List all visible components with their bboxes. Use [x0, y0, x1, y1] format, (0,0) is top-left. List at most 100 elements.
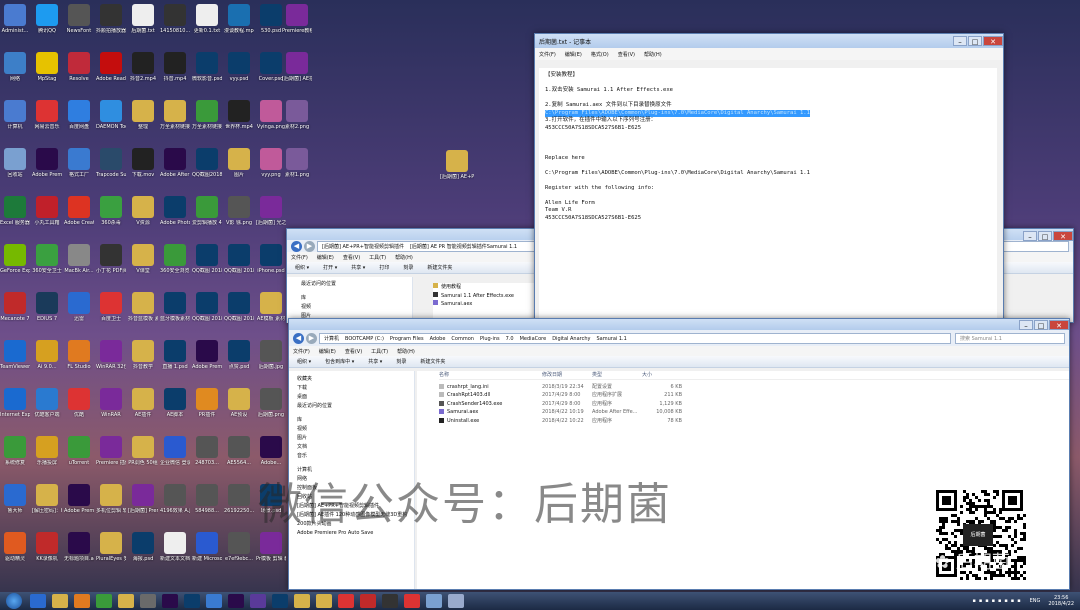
nav-item[interactable]: 文档 — [297, 443, 414, 452]
nav-item[interactable]: 桌面 — [297, 393, 414, 402]
language-indicator[interactable]: ENG — [1030, 598, 1041, 604]
desktop-shortcut[interactable]: Pr模板 剪辑 教程项目 — [256, 532, 286, 588]
back-button[interactable]: ◀ — [291, 240, 302, 252]
breadcrumb-segment[interactable]: BOOTCAMP (C:) — [345, 334, 384, 343]
app-icon[interactable] — [426, 594, 442, 608]
breadcrumb-segment[interactable]: Adobe — [430, 334, 446, 343]
desktop-shortcut[interactable]: 新建文本文档.txt — [160, 532, 190, 588]
menu-item[interactable]: 编辑(E) — [565, 51, 582, 58]
app-icon[interactable] — [382, 594, 398, 608]
column-header-size[interactable]: 大小 — [642, 371, 682, 379]
photoshop-icon[interactable] — [272, 594, 288, 608]
folder-icon[interactable] — [294, 594, 310, 608]
menu-item[interactable]: 帮助(H) — [644, 51, 662, 58]
toolbar-button[interactable]: 刻录 — [403, 264, 413, 271]
after-effects-icon[interactable] — [162, 594, 178, 608]
menu-item[interactable]: 工具(T) — [369, 254, 386, 261]
column-header-name[interactable]: 名称 — [439, 371, 542, 379]
menu-item[interactable]: 文件(F) — [291, 254, 308, 261]
menu-item[interactable]: 格式(O) — [591, 51, 609, 58]
minimize-button[interactable]: – — [1019, 319, 1033, 330]
desktop-shortcut[interactable]: 素材1.png — [282, 148, 312, 204]
menu-item[interactable]: 帮助(H) — [395, 254, 413, 261]
desktop-shortcut[interactable]: PluralEyes 安装教程 — [96, 532, 126, 588]
toolbar-button[interactable]: 新建文件夹 — [420, 358, 445, 365]
breadcrumb-segment[interactable]: Samurai 1.1 — [596, 334, 626, 343]
file-row[interactable]: CrashRpt1403.dll 2017/4/29 8:00 应用程序扩展 211 … — [439, 391, 1069, 400]
close-button[interactable]: ✕ — [1053, 231, 1073, 241]
start-button[interactable] — [6, 593, 22, 609]
menu-item[interactable]: 编辑(E) — [319, 348, 336, 355]
breadcrumb-segment[interactable]: 计算机 — [324, 334, 339, 343]
menu-item[interactable]: 查看(V) — [618, 51, 635, 58]
breadcrumb-segment[interactable]: [后期菌] AE+PR+智能视频剪辑插件 — [322, 242, 404, 251]
desktop-shortcut[interactable]: 驱动精灵 — [0, 532, 30, 588]
forward-button[interactable]: ▶ — [304, 240, 315, 252]
desktop-shortcut[interactable]: KK录像机 — [32, 532, 62, 588]
close-button[interactable]: ✕ — [983, 36, 1003, 46]
search-input[interactable]: 搜索 Samurai 1.1 — [955, 332, 1065, 344]
toolbar-button[interactable]: 共享 ▾ — [351, 264, 365, 271]
menu-item[interactable]: 查看(V) — [343, 254, 360, 261]
folder-icon[interactable] — [118, 594, 134, 608]
photoshop-icon[interactable] — [184, 594, 200, 608]
toolbar-button[interactable]: 新建文件夹 — [427, 264, 452, 271]
network-icon[interactable] — [206, 594, 222, 608]
desktop-folder-icon[interactable]: [后期菌] AE+PR+... — [440, 150, 474, 206]
notepad-text-area[interactable]: 【安装教程】 1.双击安装 Samurai 1.1 After Effects.e… — [539, 68, 997, 333]
nav-item[interactable]: 视频 — [301, 303, 412, 312]
maximize-button[interactable]: □ — [1038, 231, 1052, 241]
notepad-window[interactable]: 后期菌.txt - 记事本 – □ ✕ 文件(F) 编辑(E) 格式(O) 查看(V) 帮助… — [534, 33, 1004, 338]
netease-music-icon[interactable] — [404, 594, 420, 608]
menu-item[interactable]: 编辑(E) — [317, 254, 334, 261]
nav-item[interactable]: 最近访问的位置 — [301, 280, 412, 289]
toolbar-button[interactable]: 组织 ▾ — [297, 358, 311, 365]
breadcrumb-segment[interactable]: Plug-ins — [480, 334, 500, 343]
back-button[interactable]: ◀ — [293, 332, 304, 344]
minimize-button[interactable]: – — [1023, 231, 1037, 241]
explorer-icon[interactable] — [52, 594, 68, 608]
premiere-icon[interactable] — [228, 594, 244, 608]
toolbar-button[interactable]: 刻录 — [396, 358, 406, 365]
menu-item[interactable]: 文件(F) — [539, 51, 556, 58]
toolbar-button[interactable]: 组织 ▾ — [295, 264, 309, 271]
nav-item[interactable]: 库 — [297, 416, 414, 425]
breadcrumb-segment[interactable]: [后期菌] AE PR 智能视频剪辑插件Samurai 1.1 — [410, 242, 517, 251]
address-bar[interactable]: 计算机 BOOTCAMP (C:) Program Files Adobe Common… — [319, 332, 951, 344]
breadcrumb-segment[interactable]: Program Files — [390, 334, 424, 343]
menu-item[interactable]: 查看(V) — [345, 348, 362, 355]
maximize-button[interactable]: □ — [1034, 319, 1048, 330]
breadcrumb-segment[interactable]: Common — [451, 334, 474, 343]
notepad-titlebar[interactable]: 后期菌.txt - 记事本 – □ ✕ — [535, 34, 1003, 48]
toolbar-button[interactable]: 打开 ▾ — [323, 264, 337, 271]
nav-item[interactable]: 图片 — [297, 434, 414, 443]
tray-icons[interactable]: ▪▪▪▪▪▪▪▪ — [972, 598, 1023, 604]
toolbar-button[interactable]: 共享 ▾ — [368, 358, 382, 365]
maximize-button[interactable]: □ — [968, 36, 982, 46]
column-header-type[interactable]: 类型 — [592, 371, 642, 379]
app-icon[interactable] — [250, 594, 266, 608]
toolbar-button[interactable]: 包含到库中 ▾ — [325, 358, 354, 365]
file-row[interactable]: crashrpt_lang.ini 2018/3/19 22:34 配置设置 6 KB — [439, 383, 1069, 392]
chrome-icon[interactable] — [338, 594, 354, 608]
chrome-icon[interactable] — [96, 594, 112, 608]
desktop-shortcut[interactable]: e7ef9ebc... — [224, 532, 254, 588]
app-icon[interactable] — [140, 594, 156, 608]
app-icon[interactable] — [360, 594, 376, 608]
desktop-shortcut[interactable]: 海报.psd — [128, 532, 158, 588]
ie-icon[interactable] — [30, 594, 46, 608]
desktop-shortcut[interactable]: 新建 Microsof... — [192, 532, 222, 588]
forward-button[interactable]: ▶ — [306, 332, 317, 344]
desktop-shortcut[interactable]: 无标题项目.aep — [64, 532, 94, 588]
file-row[interactable]: Samurai.aex 2018/4/22 10:19 Adobe After Ef… — [439, 408, 1069, 417]
column-header-date[interactable]: 修改日期 — [542, 371, 592, 379]
menu-item[interactable]: 工具(T) — [371, 348, 388, 355]
toolbar-button[interactable]: 打印 — [379, 264, 389, 271]
menu-item[interactable]: 文件(F) — [293, 348, 310, 355]
media-player-icon[interactable] — [74, 594, 90, 608]
file-row[interactable]: Uninstall.exe 2018/4/22 10:22 应用程序 78 KB — [439, 417, 1069, 426]
breadcrumb-segment[interactable]: Digital Anarchy — [552, 334, 590, 343]
breadcrumb-segment[interactable]: MediaCore — [520, 334, 547, 343]
explorer-front-titlebar[interactable]: – □ ✕ — [289, 319, 1069, 330]
notepad-icon[interactable] — [448, 594, 464, 608]
